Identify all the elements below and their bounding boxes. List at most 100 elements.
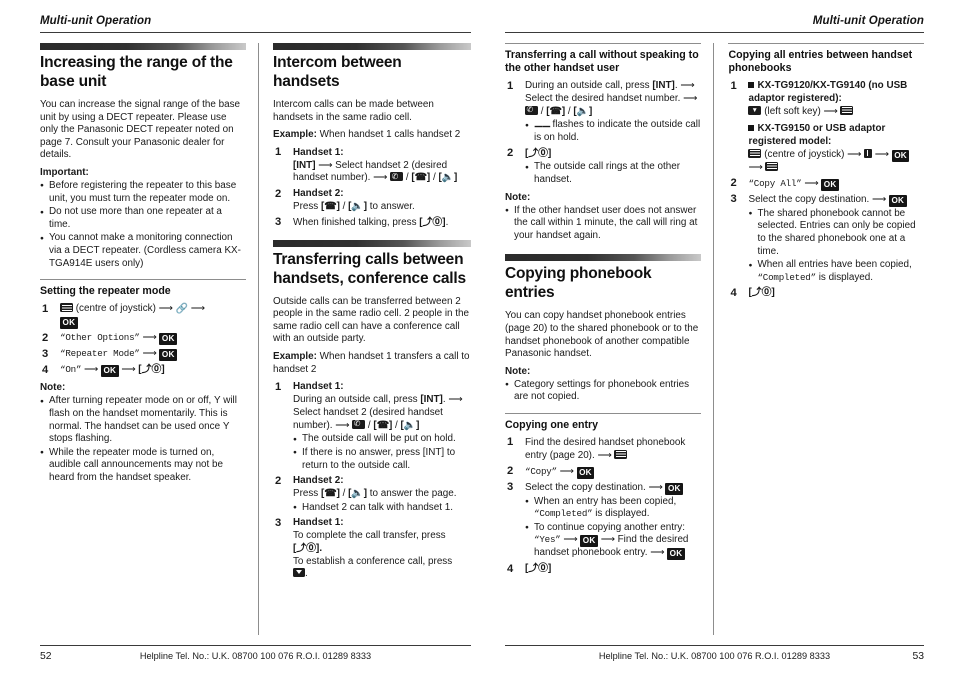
ok-softkey-chip[interactable]: OK: [576, 466, 595, 479]
list-item-text-post: is displayed.: [818, 271, 874, 283]
ok-softkey-chip[interactable]: OK: [665, 482, 684, 495]
talk-key: [☎]: [321, 200, 340, 212]
list-item: When all entries have been copied, “Comp…: [748, 259, 924, 284]
ok-softkey-chip[interactable]: OK: [100, 365, 119, 378]
step-1: KX-TG9120/KX-TG9140 (no USB adaptor regi…: [728, 80, 924, 175]
section-bar-copying-phonebook: [505, 254, 702, 262]
column-3: Transferring a call without speaking to …: [505, 43, 713, 635]
example-line-transferring: Example: When handset 1 transfers a call…: [273, 351, 471, 376]
helpline-text-right: Helpline Tel. No.: U.K. 08700 100 076 R.…: [598, 651, 831, 661]
note-label-copying: Note:: [505, 365, 531, 377]
step-3: When finished talking, press [⤴⓪].: [275, 216, 449, 229]
right-page: Multi-unit Operation Transferring a call…: [489, 0, 954, 676]
left-soft-key-icon: [748, 105, 762, 116]
step-1-text-mid: Select the desired handset number.: [525, 92, 681, 104]
important-bullet-list: Before registering the repeater to this …: [40, 179, 246, 270]
int-key: [INT]: [420, 393, 443, 405]
ok-softkey-chip[interactable]: OK: [888, 194, 907, 207]
square-bullet-icon: [748, 125, 755, 132]
step-3-bullets: When an entry has been copied, “Complete…: [525, 495, 701, 561]
list-item: The shared phonebook cannot be selected.…: [748, 207, 924, 258]
steps-transferring: Handset 1: During an outside call, press…: [273, 381, 471, 581]
step-2-text-pre: Press: [293, 487, 319, 499]
display-text-completed: “Completed”: [534, 508, 593, 520]
divider-rule: [728, 43, 924, 44]
step-3: Select the copy destination. ⟶ OK The sh…: [728, 193, 924, 285]
step-2-text-pre: Press: [293, 200, 319, 212]
step-2-text-post: to answer the page.: [369, 487, 457, 499]
ok-softkey-chip[interactable]: OK: [159, 333, 178, 346]
ok-softkey-chip[interactable]: OK: [159, 349, 178, 362]
subsection-title-copying-all-entries: Copying all entries between handset phon…: [728, 49, 913, 74]
step-4: [⤴⓪]: [728, 287, 924, 300]
ok-softkey-chip[interactable]: OK: [891, 149, 910, 162]
display-text-yes: “Yes”: [534, 534, 561, 546]
step-1-bullets: The outside call will be put on hold. If…: [293, 433, 471, 472]
footer-right: Helpline Tel. No.: U.K. 08700 100 076 R.…: [505, 645, 924, 662]
step-3: Select the copy destination. ⟶ OK When a…: [505, 481, 701, 561]
list-item: Handset 2 can talk with handset 1.: [293, 501, 471, 515]
steps-transfer-no-speak: During an outside call, press [INT]. ⟶ S…: [505, 80, 701, 187]
talk-key-icon: [352, 418, 366, 430]
ok-softkey-chip[interactable]: OK: [60, 317, 78, 330]
section-title-intercom: Intercom between handsets: [273, 54, 402, 90]
talk-key: [☎]: [411, 172, 431, 184]
ok-softkey-chip[interactable]: OK: [580, 535, 598, 548]
arrow-icon: ⟶: [190, 303, 205, 315]
list-item-text-pre: When all entries have been copied,: [757, 259, 912, 271]
joystick-centre-note: (centre of joystick): [764, 148, 845, 160]
footer-left: 52 Helpline Tel. No.: U.K. 08700 100 076…: [40, 645, 471, 662]
int-key: [INT]: [652, 80, 675, 91]
talk-key: [☎]: [373, 419, 393, 431]
step-3-line-1: To complete the call transfer, press: [293, 530, 446, 542]
arrow-icon: ⟶: [373, 172, 388, 184]
header-rule-left: [40, 32, 471, 33]
list-item: Before registering the repeater to this …: [40, 179, 246, 205]
note-label-repeater: Note:: [40, 382, 66, 394]
joystick-centre-icon: [60, 303, 73, 313]
step-2-heading: Handset 2:: [293, 188, 344, 200]
section-title-increasing-range: Increasing the range of the base unit: [40, 54, 233, 90]
section-bar-intercom: [273, 43, 471, 50]
step-2-bullets: Handset 2 can talk with handset 1.: [293, 501, 471, 515]
arrow-icon: ⟶: [874, 148, 889, 160]
list-item-text: flashes to indicate the outside call is …: [534, 119, 701, 143]
step-1: Handset 1: During an outside call, press…: [273, 381, 471, 472]
step-3-line-2: To establish a conference call, press: [293, 555, 453, 567]
step-1: During an outside call, press [INT]. ⟶ S…: [505, 80, 701, 145]
ok-softkey-chip[interactable]: OK: [667, 548, 685, 561]
steps-copying-one-entry: Find the desired handset phonebook entry…: [505, 436, 701, 576]
model-name-a: KX-TG9120/KX-TG9140 (no USB adaptor regi…: [748, 80, 908, 104]
talk-key-icon: [525, 104, 538, 116]
step-1-text: (centre of joystick): [75, 303, 156, 315]
step-3-text: Select the copy destination.: [525, 481, 646, 493]
ok-softkey-chip[interactable]: OK: [821, 178, 839, 191]
joystick-down-icon: [293, 568, 305, 578]
intro-paragraph-copying: You can copy handset phonebook entries (…: [505, 310, 699, 360]
square-bullet-icon: [748, 82, 755, 88]
step-3-text: Select the copy destination.: [748, 193, 870, 205]
steps-intercom: Handset 1: [INT] ⟶ Select handset 2 (des…: [273, 146, 471, 230]
list-item-text-pre: When an entry has been copied,: [534, 495, 677, 507]
joystick-centre-icon: [748, 148, 762, 158]
arrow-icon: ⟶: [142, 348, 157, 360]
list-item: When an entry has been copied, “Complete…: [525, 495, 701, 521]
speakerphone-key: [🔈]: [348, 487, 367, 499]
settings-icon: 🔗: [175, 303, 188, 315]
arrow-icon: ⟶: [823, 105, 838, 117]
step-1: Handset 1: [INT] ⟶ Select handset 2 (des…: [273, 146, 471, 185]
step-2: [⤴⓪] The outside call rings at the other…: [505, 147, 701, 187]
helpline-text-left: Helpline Tel. No.: U.K. 08700 100 076 R.…: [139, 651, 372, 661]
step-2: “Copy” ⟶ OK: [505, 465, 701, 479]
arrow-icon: ⟶: [597, 449, 612, 461]
arrow-icon: ⟶: [563, 534, 578, 546]
arrow-icon: ⟶: [600, 534, 615, 546]
joystick-centre-icon: [765, 161, 779, 171]
note-label-transfer: Note:: [505, 191, 531, 203]
list-item: Category settings for phonebook entries …: [505, 378, 701, 404]
step-1-text-mid: Select handset 2 (desired handset number…: [293, 406, 443, 431]
list-item: If the other handset user does not answe…: [505, 204, 701, 243]
arrow-icon: ⟶: [872, 193, 887, 205]
step-1-heading: Handset 1:: [293, 381, 344, 393]
step-3-bullets: The shared phonebook cannot be selected.…: [748, 207, 924, 285]
